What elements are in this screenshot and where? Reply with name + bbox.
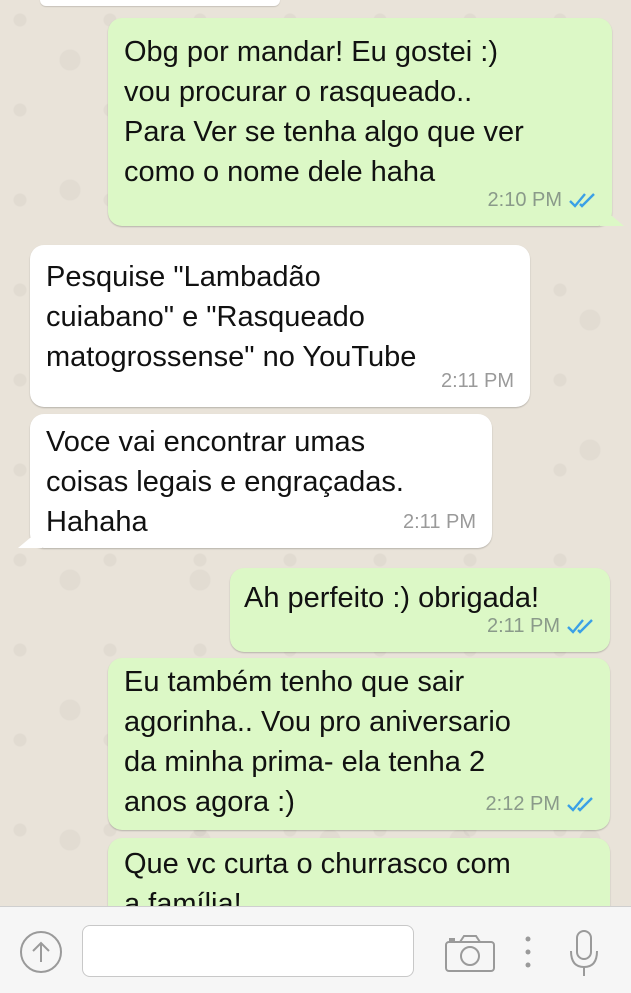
message-time: 2:11 PM <box>403 511 476 533</box>
message-text: Obg por mandar! Eu gostei :) vou procura… <box>124 36 524 188</box>
previous-message-bubble <box>40 0 280 6</box>
arrow-up-circle-icon <box>32 941 50 962</box>
message-meta: 2:11 PM <box>441 361 514 401</box>
message-time: 2:11 PM <box>487 615 560 637</box>
message-bubble-outgoing[interactable]: Ah perfeito :) obrigada! 2:11 PM <box>230 568 610 652</box>
bubble-tail <box>18 528 42 548</box>
message-input[interactable] <box>82 925 414 977</box>
message-bubble-outgoing[interactable]: Eu também tenho que sair agorinha.. Vou … <box>108 658 610 830</box>
double-check-icon <box>569 193 595 208</box>
message-time: 2:11 PM <box>441 370 514 392</box>
message-time: 2:12 PM <box>485 793 560 815</box>
double-check-icon <box>567 797 593 812</box>
message-meta: 2:11 PM <box>487 606 598 646</box>
microphone-icon[interactable] <box>568 929 600 979</box>
message-text: Pesquise "Lambadão cuiabano" e "Rasquead… <box>46 261 417 373</box>
message-bubble-outgoing[interactable]: Obg por mandar! Eu gostei :) vou procura… <box>108 18 624 226</box>
camera-icon[interactable] <box>444 933 496 973</box>
message-input-bar <box>0 906 631 993</box>
message-meta: 2:11 PM <box>403 502 476 542</box>
vertical-dots-icon[interactable] <box>522 935 534 969</box>
message-meta: 2:10 PM <box>488 180 600 220</box>
message-bubble-incoming[interactable]: Voce vai encontrar umas coisas legais e … <box>18 414 492 548</box>
bubble-tail <box>600 206 624 226</box>
message-text: Que vc curta o churrasco com a família! <box>124 848 511 906</box>
message-time: 2:10 PM <box>487 189 562 211</box>
message-meta: 2:12 PM <box>486 784 598 824</box>
upload-button[interactable] <box>20 931 62 973</box>
message-bubble-incoming[interactable]: Pesquise "Lambadão cuiabano" e "Rasquead… <box>30 245 530 407</box>
chat-area: Obg por mandar! Eu gostei :) vou procura… <box>0 0 631 906</box>
message-bubble-outgoing[interactable]: Que vc curta o churrasco com a família! <box>108 838 610 906</box>
double-check-icon <box>567 619 593 634</box>
